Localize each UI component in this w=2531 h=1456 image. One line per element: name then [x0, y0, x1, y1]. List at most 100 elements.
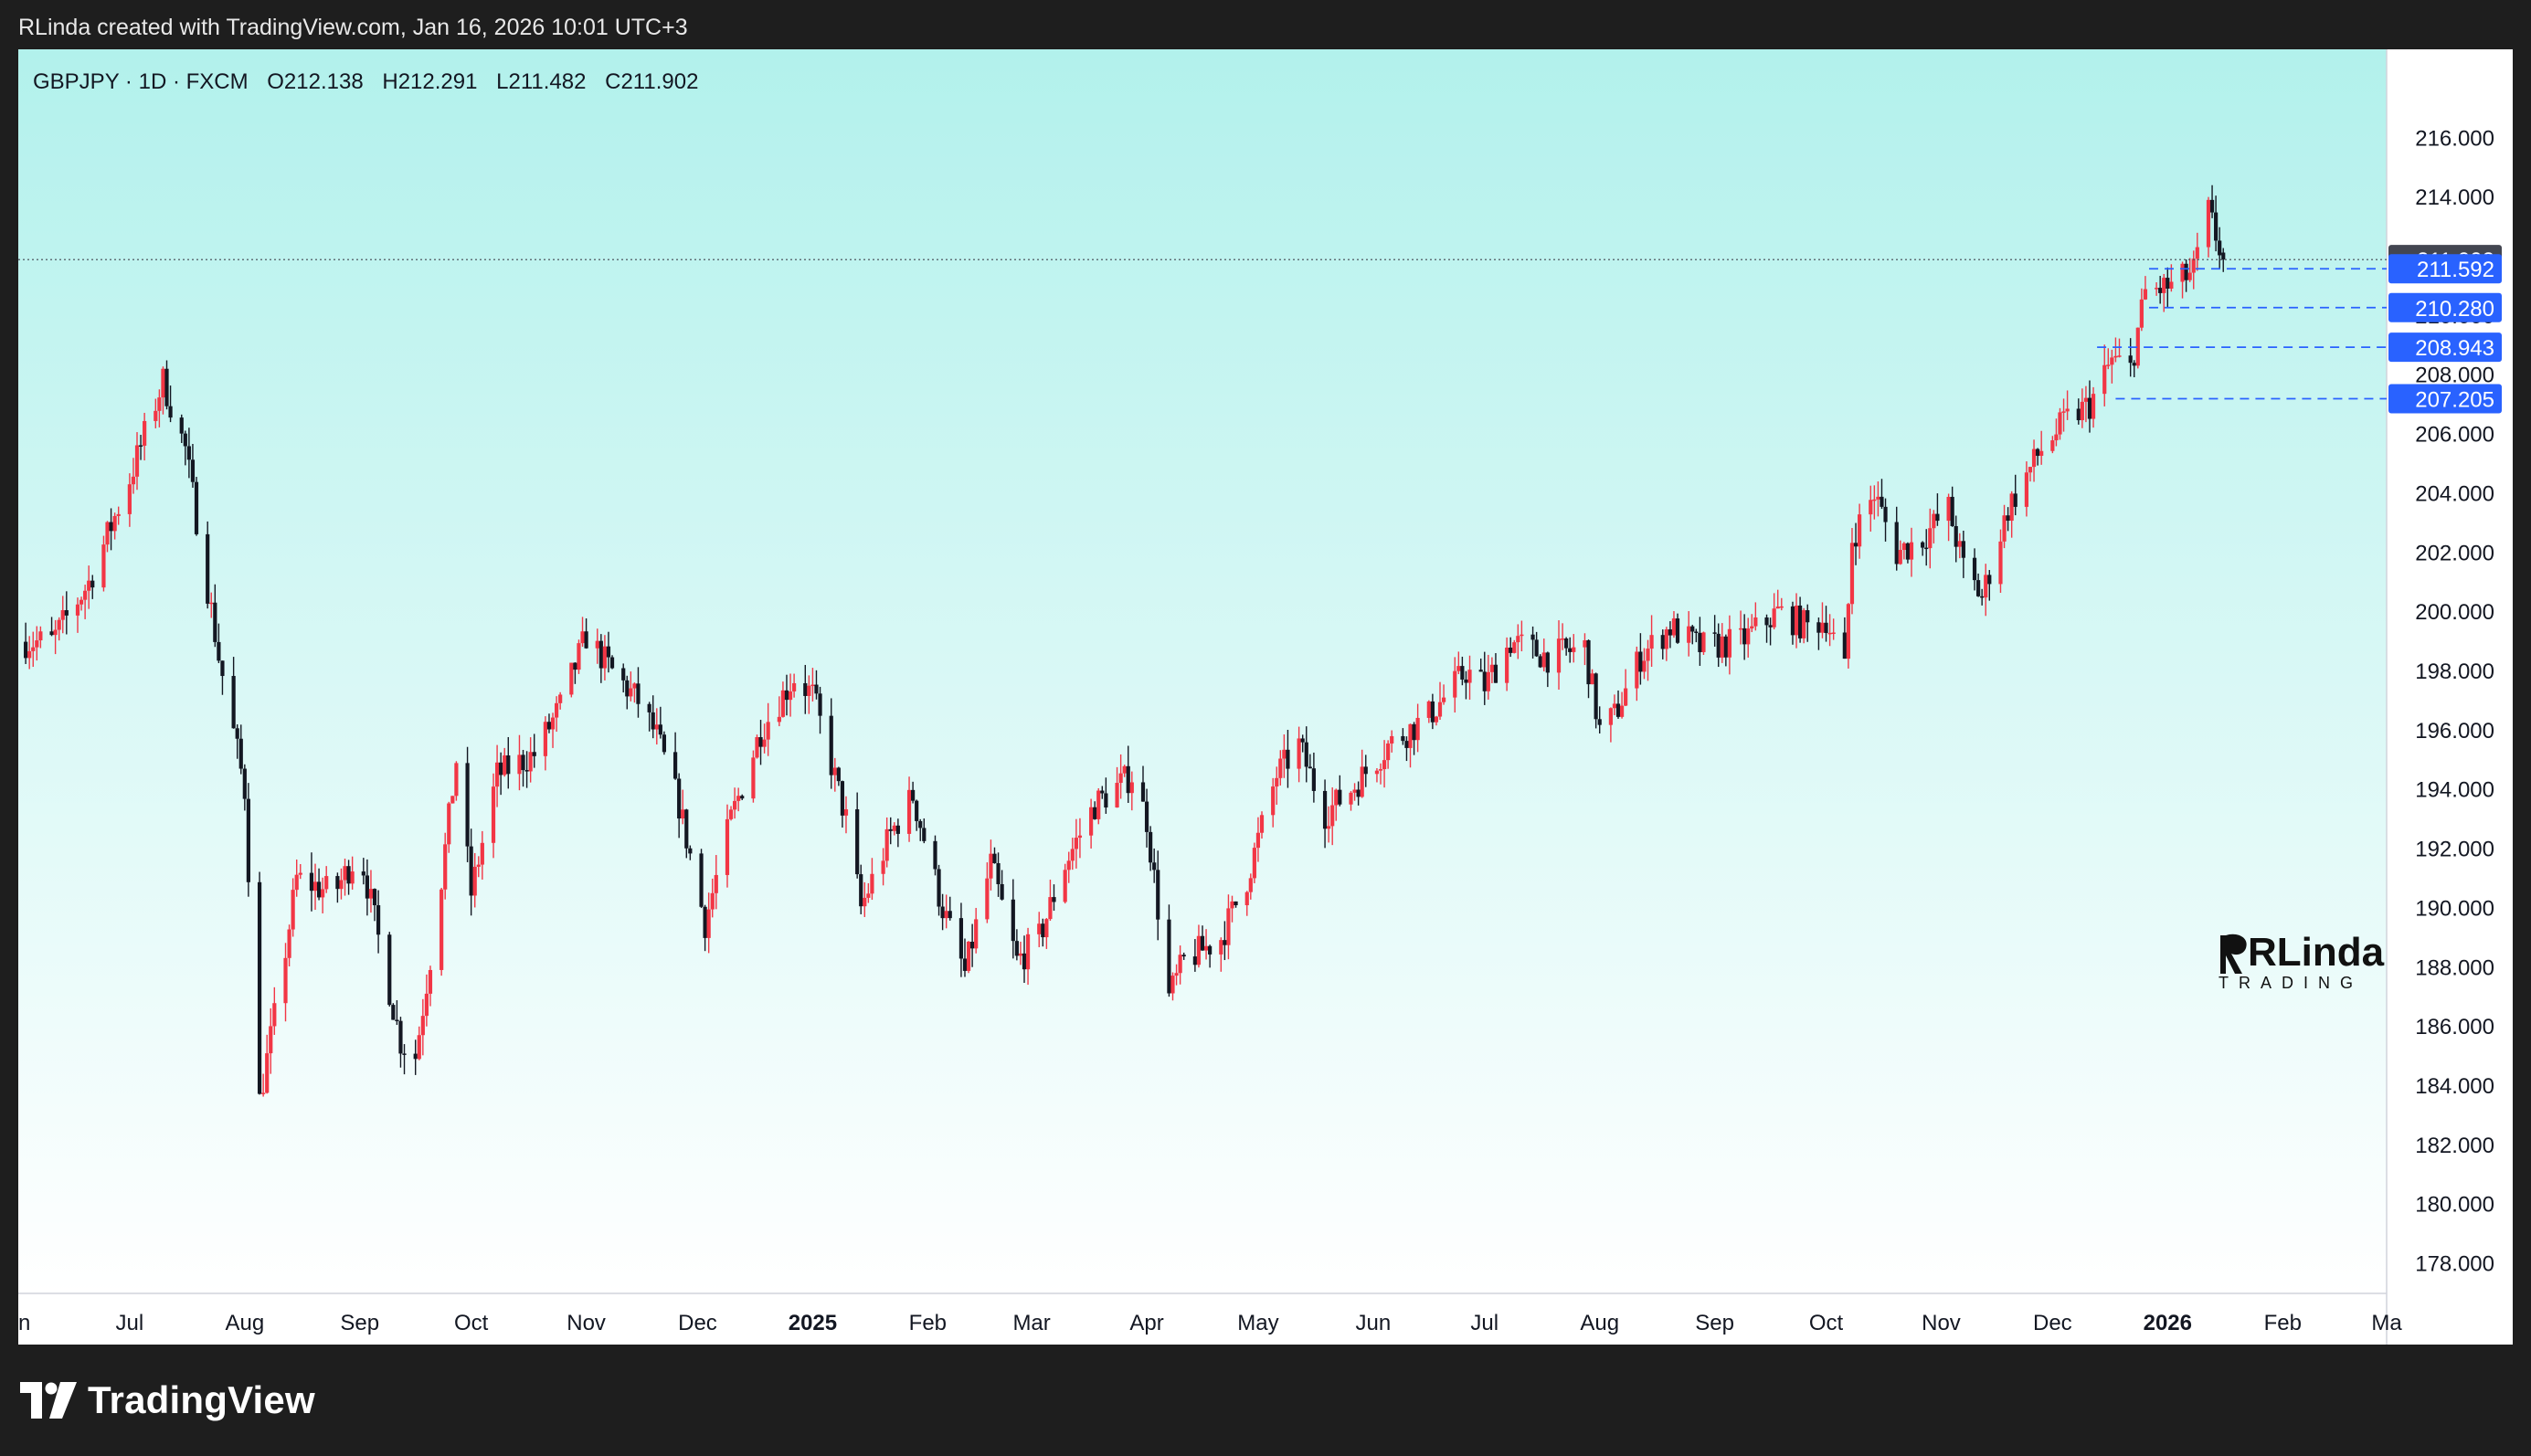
candle-body: [658, 724, 662, 735]
time-tick-label: Feb: [2264, 1311, 2302, 1335]
time-tick-label: 2026: [2144, 1311, 2192, 1335]
candle-body: [428, 969, 433, 994]
price-chart[interactable]: 178.000 180.000 182.000 184.000 186.000 188.0…: [18, 49, 2513, 1345]
candle-body: [584, 631, 588, 649]
candle-body: [974, 919, 979, 949]
candle-body: [1025, 934, 1031, 970]
candle-body: [762, 739, 767, 747]
candle-body: [164, 368, 169, 406]
candle-body: [2031, 448, 2037, 468]
candle-body: [1572, 647, 1576, 652]
candle-body: [546, 722, 552, 730]
candle-body: [1077, 835, 1083, 839]
candle-body: [1976, 580, 1981, 596]
candle-body: [2065, 408, 2070, 412]
candle-body: [1816, 622, 1821, 633]
candle-body: [1984, 575, 1988, 598]
candle-body: [1883, 506, 1888, 522]
candle-body: [1338, 789, 1342, 805]
candle-body: [387, 934, 392, 1006]
candle-body: [368, 889, 374, 899]
candle-body: [2162, 278, 2166, 293]
candle-body: [922, 828, 927, 841]
candle-body: [246, 798, 250, 882]
candle-body: [2028, 467, 2033, 473]
candle-body: [1946, 496, 1951, 522]
candle-body: [647, 703, 651, 712]
candle-body: [740, 796, 745, 799]
candle-body: [503, 755, 507, 775]
candle-body: [832, 767, 837, 775]
candle-body: [606, 646, 611, 658]
candle-body: [186, 446, 191, 460]
candle-body: [109, 522, 113, 532]
candle-body: [1178, 955, 1182, 974]
candle-body: [168, 406, 173, 418]
price-tick-label: 178.000: [2415, 1252, 2494, 1277]
candle-body: [75, 604, 80, 616]
candle-body: [1014, 941, 1019, 956]
candle-body: [213, 602, 217, 642]
candle-body: [550, 717, 556, 730]
candle-body: [992, 853, 997, 863]
candle-body: [870, 873, 874, 894]
candle-body: [2106, 364, 2111, 366]
candle-body: [1701, 632, 1706, 652]
candle-body: [784, 690, 789, 701]
candle-body: [1642, 660, 1647, 672]
plot-background: [18, 49, 2387, 1293]
candle-body: [1356, 789, 1361, 797]
candle-body: [1635, 651, 1639, 689]
candle-body: [398, 1020, 403, 1054]
candle-body: [321, 889, 325, 898]
candle-body: [53, 629, 58, 636]
candle-body: [1694, 631, 1699, 633]
candle-body: [1464, 679, 1468, 683]
candle-body: [1512, 642, 1517, 653]
candle-body: [31, 647, 36, 651]
candle-body: [491, 786, 496, 843]
candle-body: [532, 752, 536, 756]
candle-body: [573, 662, 577, 670]
candle-body: [87, 580, 91, 591]
candle-body: [494, 762, 500, 787]
candle-body: [2132, 363, 2136, 366]
candle-body: [420, 1016, 425, 1036]
candle-body: [2214, 212, 2219, 241]
candle-body: [1349, 792, 1353, 805]
candle-body: [1716, 633, 1721, 658]
candle-body: [1615, 703, 1621, 717]
candle-body: [1775, 607, 1780, 609]
candle-body: [1638, 651, 1643, 672]
candle-body: [1779, 606, 1784, 608]
time-tick-label: Feb: [909, 1311, 947, 1335]
candle-body: [766, 722, 770, 740]
candle-body: [2117, 355, 2122, 357]
candle-body: [242, 768, 247, 799]
candle-body: [2166, 278, 2170, 289]
tradingview-brand: TradingView: [88, 1378, 315, 1421]
tradingview-logo[interactable]: TradingView: [20, 1376, 315, 1425]
candle-body: [194, 481, 199, 534]
candle-body: [1846, 604, 1851, 659]
candle-body: [1564, 638, 1569, 649]
time-tick-label: Dec: [678, 1311, 717, 1335]
candle-body: [1467, 670, 1472, 683]
candle-body: [1118, 773, 1123, 784]
candle-body: [632, 683, 637, 689]
candle-body: [989, 853, 993, 879]
candle-body: [395, 1019, 399, 1021]
candle-body: [1849, 543, 1855, 605]
price-tick-label: 190.000: [2415, 896, 2494, 921]
time-tick-label: Nov: [1922, 1311, 1961, 1335]
chart-frame[interactable]: 178.000 180.000 182.000 184.000 186.000 188.0…: [18, 49, 2513, 1345]
candle-body: [1100, 790, 1105, 794]
candle-body: [476, 864, 481, 867]
price-tick-label: 182.000: [2415, 1134, 2494, 1158]
price-tick-label: 202.000: [2415, 541, 2494, 565]
candle-body: [1412, 723, 1416, 741]
candle-body: [2218, 240, 2222, 256]
candle-body: [2050, 440, 2055, 451]
candle-body: [1831, 632, 1836, 634]
candle-body: [294, 874, 299, 891]
